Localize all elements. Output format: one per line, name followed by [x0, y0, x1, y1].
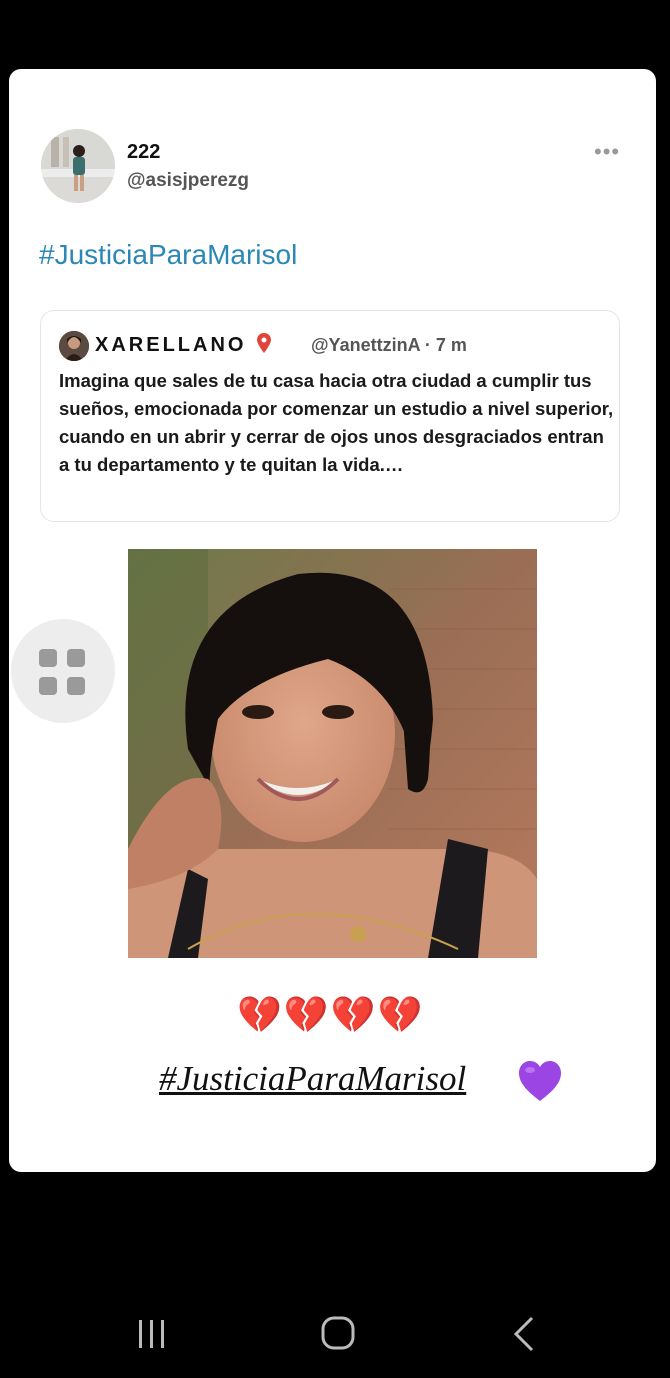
quoted-tweet[interactable]: XARELLANO @YanettzinA · 7 m Imagina que …: [40, 310, 620, 522]
hashtag-link[interactable]: #JusticiaParaMarisol: [39, 239, 297, 271]
display-name[interactable]: 222: [127, 141, 160, 164]
purple-heart-icon: [517, 1059, 563, 1105]
quote-name-text: XARELLANO: [95, 334, 247, 356]
broken-hearts-emoji: 💔💔💔💔: [237, 994, 425, 1035]
system-navigation-bar: [0, 1290, 670, 1378]
tweet-photo[interactable]: [128, 549, 537, 958]
quote-avatar[interactable]: [59, 331, 89, 361]
quote-text: Imagina que sales de tu casa hacia otra …: [59, 370, 614, 475]
more-options-icon[interactable]: •••: [594, 139, 620, 165]
home-icon[interactable]: [321, 1316, 355, 1350]
location-pin-icon: [257, 333, 272, 353]
quote-handle-time: @YanettzinA · 7 m: [311, 335, 467, 355]
styled-hashtag[interactable]: #JusticiaParaMarisol: [159, 1059, 466, 1099]
tweet-card[interactable]: 222 @asisjperezg ••• #JusticiaParaMariso…: [9, 69, 656, 1172]
quote-display-name[interactable]: XARELLANO: [95, 333, 272, 357]
recent-apps-icon[interactable]: [138, 1318, 166, 1350]
back-icon[interactable]: [510, 1316, 538, 1352]
profile-avatar[interactable]: [41, 129, 115, 203]
user-handle[interactable]: @asisjperezg: [127, 170, 249, 192]
floating-apps-button[interactable]: [11, 619, 115, 723]
